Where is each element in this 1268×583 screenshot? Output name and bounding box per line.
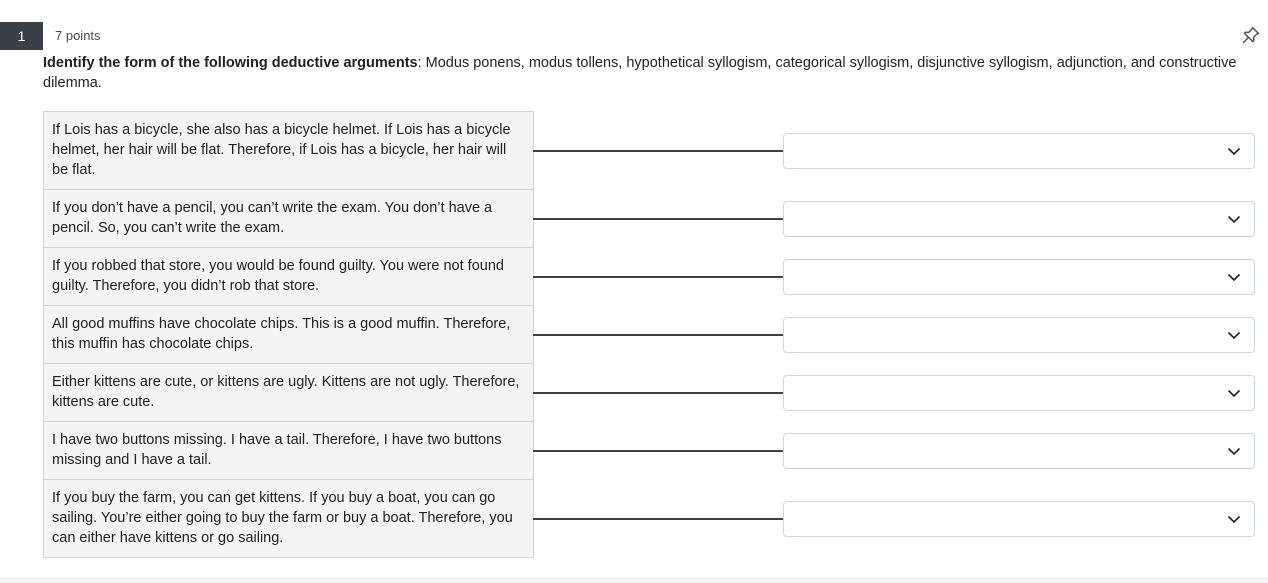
matching-row: If Lois has a bicycle, she also has a bi… (43, 111, 1259, 190)
connector-line (533, 450, 783, 452)
answer-dropdown[interactable] (783, 375, 1255, 411)
chevron-down-icon (1227, 147, 1241, 156)
prompt-instruction: Identify the form of the following deduc… (43, 55, 418, 71)
argument-card: All good muffins have chocolate chips. T… (43, 306, 534, 364)
argument-card: If Lois has a bicycle, she also has a bi… (43, 111, 534, 190)
connector-line (533, 334, 783, 336)
answer-dropdown[interactable] (783, 133, 1255, 169)
matching-row: If you buy the farm, you can get kittens… (43, 480, 1259, 558)
argument-card: If you robbed that store, you would be f… (43, 248, 534, 306)
chevron-down-icon (1227, 515, 1241, 524)
pin-icon[interactable] (1242, 26, 1260, 44)
connector-line (533, 392, 783, 394)
matching-row: If you don’t have a pencil, you can’t wr… (43, 190, 1259, 248)
argument-card: If you don’t have a pencil, you can’t wr… (43, 190, 534, 248)
argument-card: If you buy the farm, you can get kittens… (43, 480, 534, 558)
chevron-down-icon (1227, 331, 1241, 340)
argument-card: Either kittens are cute, or kittens are … (43, 364, 534, 422)
chevron-down-icon (1227, 215, 1241, 224)
answer-dropdown[interactable] (783, 201, 1255, 237)
matching-row: All good muffins have chocolate chips. T… (43, 306, 1259, 364)
answer-dropdown[interactable] (783, 317, 1255, 353)
chevron-down-icon (1227, 389, 1241, 398)
connector-line (533, 218, 783, 220)
chevron-down-icon (1227, 447, 1241, 456)
matching-items: If Lois has a bicycle, she also has a bi… (43, 111, 1259, 558)
matching-row: Either kittens are cute, or kittens are … (43, 364, 1259, 422)
answer-dropdown[interactable] (783, 501, 1255, 537)
answer-dropdown[interactable] (783, 433, 1255, 469)
matching-row: I have two buttons missing. I have a tai… (43, 422, 1259, 480)
answer-dropdown[interactable] (783, 259, 1255, 295)
question-prompt: Identify the form of the following deduc… (43, 54, 1243, 93)
connector-line (533, 150, 783, 152)
connector-line (533, 276, 783, 278)
argument-card: I have two buttons missing. I have a tai… (43, 422, 534, 480)
question-number-badge: 1 (0, 22, 43, 50)
question-points: 7 points (55, 28, 101, 43)
matching-row: If you robbed that store, you would be f… (43, 248, 1259, 306)
connector-line (533, 518, 783, 520)
chevron-down-icon (1227, 273, 1241, 282)
section-divider (0, 577, 1268, 583)
